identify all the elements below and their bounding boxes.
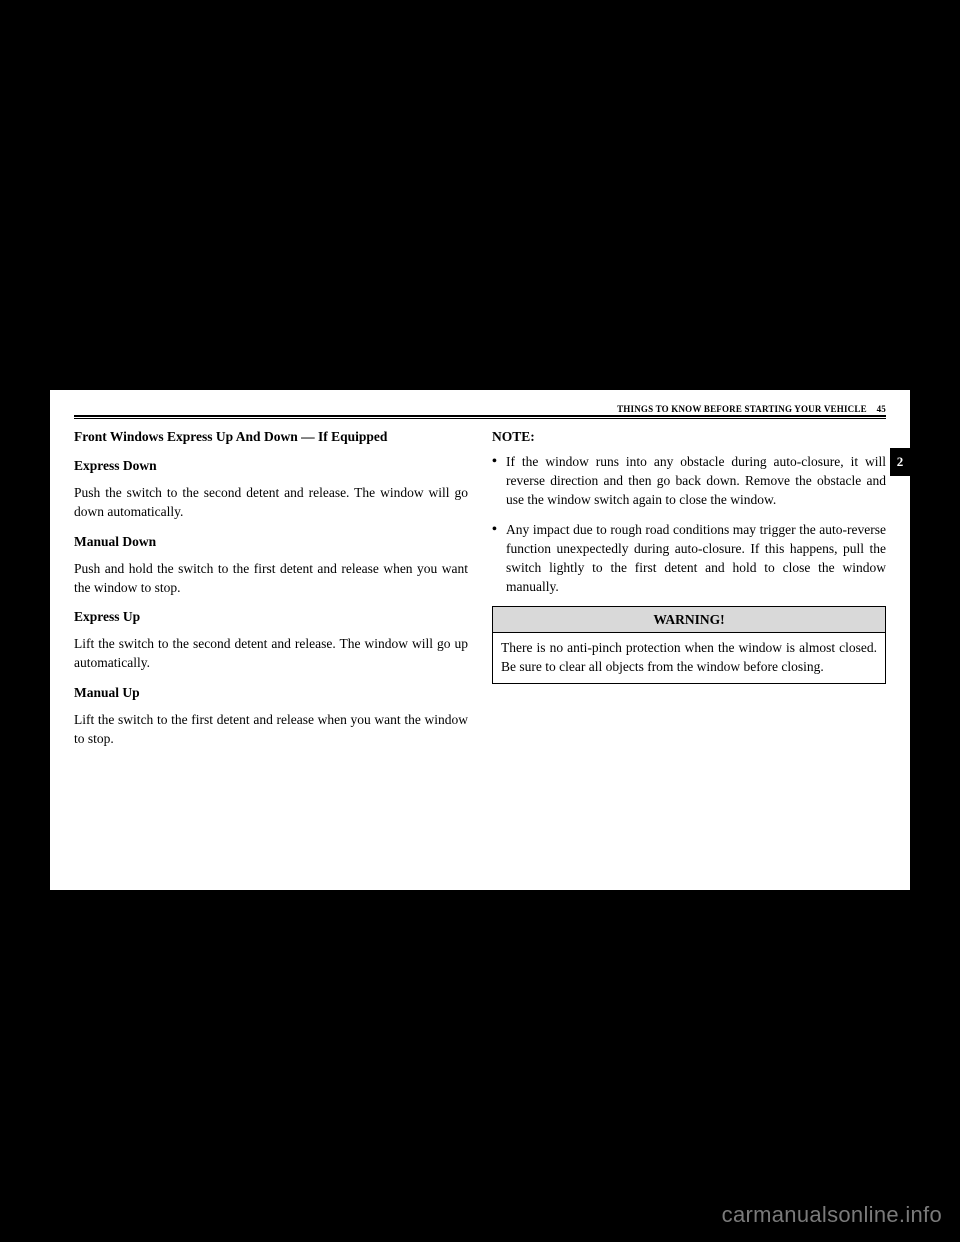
warning-header: WARNING! — [493, 607, 885, 633]
right-column: NOTE: If the window runs into any obstac… — [492, 427, 886, 758]
header-rule-thin — [74, 418, 886, 419]
running-header: THINGS TO KNOW BEFORE STARTING YOUR VEHI… — [74, 404, 886, 414]
manual-page: 2 THINGS TO KNOW BEFORE STARTING YOUR VE… — [50, 390, 910, 890]
list-item: Any impact due to rough road conditions … — [492, 520, 886, 597]
watermark: carmanualsonline.info — [722, 1202, 942, 1228]
warning-body: There is no anti-pinch protection when t… — [493, 633, 885, 683]
columns: Front Windows Express Up And Down — If E… — [74, 427, 886, 758]
page-inner: THINGS TO KNOW BEFORE STARTING YOUR VEHI… — [50, 390, 910, 772]
subhead-express-up: Express Up — [74, 607, 468, 626]
note-label: NOTE: — [492, 427, 886, 446]
page-number: 45 — [877, 404, 886, 414]
para-express-down: Push the switch to the second detent and… — [74, 483, 468, 521]
left-column: Front Windows Express Up And Down — If E… — [74, 427, 468, 758]
para-manual-up: Lift the switch to the first detent and … — [74, 710, 468, 748]
note-bullets: If the window runs into any obstacle dur… — [492, 452, 886, 596]
header-rule-thick — [74, 415, 886, 417]
subhead-manual-down: Manual Down — [74, 532, 468, 551]
warning-box: WARNING! There is no anti-pinch protecti… — [492, 606, 886, 684]
para-express-up: Lift the switch to the second detent and… — [74, 634, 468, 672]
running-header-text: THINGS TO KNOW BEFORE STARTING YOUR VEHI… — [617, 404, 867, 414]
para-manual-down: Push and hold the switch to the first de… — [74, 559, 468, 597]
list-item: If the window runs into any obstacle dur… — [492, 452, 886, 509]
section-heading: Front Windows Express Up And Down — If E… — [74, 427, 468, 446]
subhead-express-down: Express Down — [74, 456, 468, 475]
subhead-manual-up: Manual Up — [74, 683, 468, 702]
